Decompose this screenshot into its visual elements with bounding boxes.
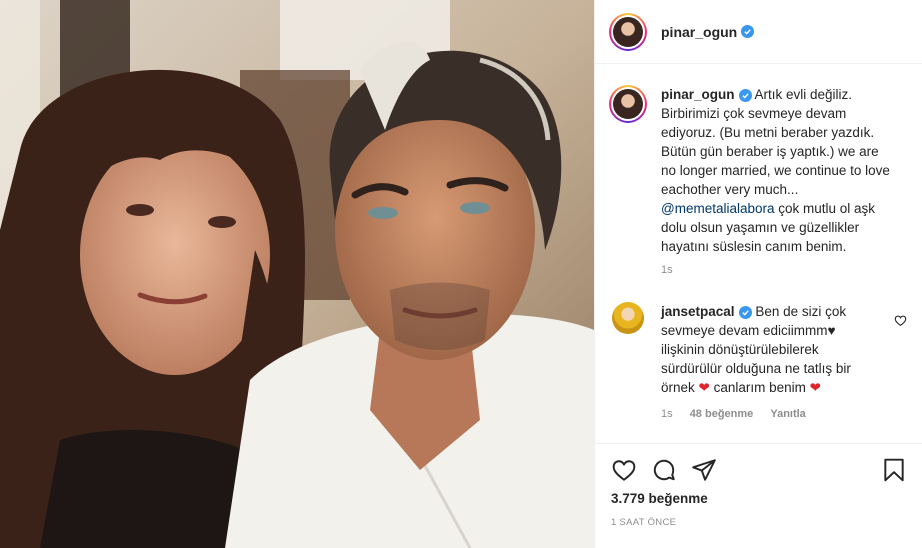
caption-meta: 1s (661, 264, 687, 276)
caption-time[interactable]: 1s (661, 264, 673, 276)
caption-username[interactable]: pinar_ogun (661, 87, 735, 102)
comment-text: jansetpacal Ben de sizi çok sevmeye deva… (661, 302, 881, 397)
comment-time[interactable]: 1s (661, 408, 673, 420)
likes-count[interactable]: 3.779 beğenme (611, 491, 708, 506)
comment-like-heart-icon[interactable] (894, 314, 907, 330)
comment-username[interactable]: jansetpacal (661, 304, 735, 319)
heart-outline-icon[interactable] (611, 457, 637, 483)
author-avatar[interactable] (609, 12, 647, 51)
bookmark-icon[interactable] (881, 457, 907, 483)
post-caption: pinar_ogun Artık evli değiliz. Birbirimi… (609, 85, 909, 256)
post-actions: 3.779 beğenme 1 SAAT ÖNCE (595, 443, 922, 548)
verified-badge-icon (738, 306, 752, 319)
caption-text: pinar_ogun Artık evli değiliz. Birbirimi… (661, 85, 897, 256)
red-heart-emoji-icon: ❤ (698, 380, 710, 395)
author-username[interactable]: pinar_ogun (661, 24, 737, 40)
avatar-border (611, 14, 645, 49)
comment-meta: 1s 48 beğenme Yanıtla (661, 408, 820, 420)
caption-avatar[interactable] (609, 85, 647, 123)
instagram-post: pinar_ogun pinar_ogun Artık evli değiliz… (0, 0, 922, 548)
photo-illustration (0, 0, 594, 548)
comment-likes[interactable]: 48 beğenme (690, 408, 754, 420)
post-photo[interactable] (0, 0, 594, 548)
avatar-image (613, 89, 643, 119)
comment-text-part2: canlarım benim (709, 380, 806, 395)
post-timestamp[interactable]: 1 SAAT ÖNCE (611, 517, 676, 528)
verified-badge-icon (738, 89, 752, 102)
verified-badge-icon (741, 25, 755, 38)
comment-avatar[interactable] (612, 302, 644, 334)
caption-text-before: Artık evli değiliz. Birbirimizi çok sevm… (661, 87, 890, 197)
paper-plane-icon[interactable] (691, 457, 717, 483)
comment-reply-button[interactable]: Yanıtla (770, 408, 805, 420)
comments-area[interactable]: pinar_ogun Artık evli değiliz. Birbirimi… (595, 65, 922, 443)
speech-bubble-icon[interactable] (651, 457, 677, 483)
avatar-border (611, 87, 645, 121)
red-heart-emoji-icon: ❤ (809, 380, 821, 395)
post-header: pinar_ogun (595, 0, 922, 64)
caption-mention-link[interactable]: @memetalialabora (661, 201, 775, 216)
avatar-image (613, 16, 643, 47)
comment-item: jansetpacal Ben de sizi çok sevmeye deva… (609, 302, 909, 397)
post-side-panel: pinar_ogun pinar_ogun Artık evli değiliz… (594, 0, 922, 548)
